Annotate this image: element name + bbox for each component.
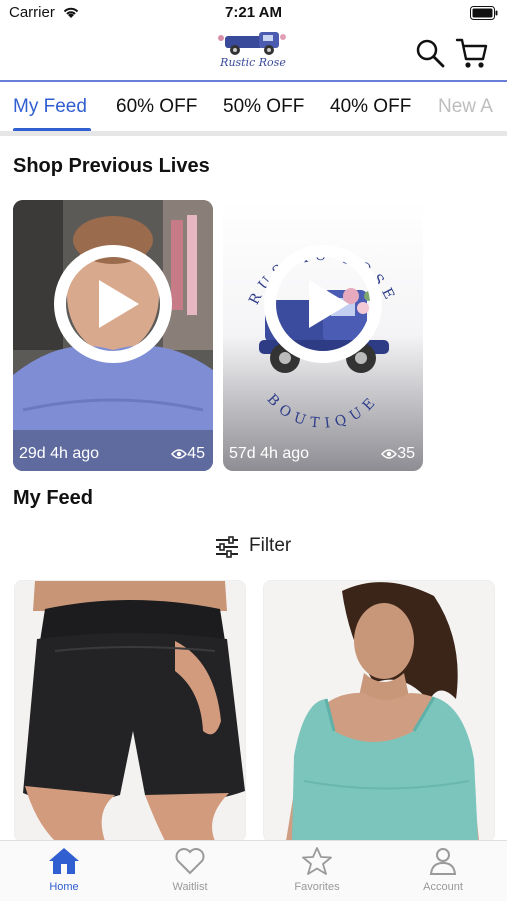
eye-icon xyxy=(381,449,398,459)
tab-50-off[interactable]: 50% OFF xyxy=(223,96,304,118)
view-count-value: 45 xyxy=(187,445,205,462)
live-video-card[interactable]: RUSTIC ROSE BOUTIQUE 57d 4h ago 35 xyxy=(223,200,423,471)
bottom-navigation: Home Waitlist Favorites Account xyxy=(0,840,507,901)
product-card[interactable] xyxy=(14,580,246,842)
nav-favorites-label: Favorites xyxy=(294,881,340,893)
search-icon[interactable] xyxy=(415,38,445,68)
live-video-card[interactable]: 29d 4h ago 45 xyxy=(13,200,213,471)
heart-icon xyxy=(175,848,205,875)
tab-40-off[interactable]: 40% OFF xyxy=(330,96,411,118)
nav-waitlist-label: Waitlist xyxy=(172,881,208,893)
nav-home-label: Home xyxy=(49,881,79,893)
clock: 7:21 AM xyxy=(225,4,282,21)
active-tab-indicator xyxy=(13,128,91,131)
view-count-value: 35 xyxy=(397,445,415,462)
live-time-ago: 57d 4h ago xyxy=(229,445,310,462)
nav-home[interactable]: Home xyxy=(14,847,114,899)
filter-label: Filter xyxy=(249,535,292,556)
play-icon[interactable] xyxy=(263,244,383,364)
lives-section-title: Shop Previous Lives xyxy=(13,155,210,177)
battery-icon xyxy=(470,6,498,20)
nav-waitlist[interactable]: Waitlist xyxy=(140,847,240,899)
product-image xyxy=(264,581,494,841)
app-header: Rustic Rose xyxy=(0,28,507,82)
user-icon xyxy=(429,848,457,875)
nav-account-label: Account xyxy=(423,881,463,893)
tab-my-feed[interactable]: My Feed xyxy=(13,96,87,118)
nav-account[interactable]: Account xyxy=(393,847,493,899)
view-count: 35 xyxy=(381,445,415,463)
view-count: 45 xyxy=(171,445,205,463)
nav-favorites[interactable]: Favorites xyxy=(267,847,367,899)
eye-icon xyxy=(171,449,188,459)
product-image xyxy=(15,581,245,841)
logo-text: Rustic Rose xyxy=(220,56,286,69)
home-icon xyxy=(49,848,79,874)
live-time-ago: 29d 4h ago xyxy=(19,445,100,462)
product-card[interactable] xyxy=(263,580,495,842)
category-tabs: My Feed 60% OFF 50% OFF 40% OFF New A xyxy=(0,82,507,136)
tab-60-off[interactable]: 60% OFF xyxy=(116,96,197,118)
tab-new-arrivals[interactable]: New A xyxy=(438,96,493,118)
play-icon[interactable] xyxy=(53,244,173,364)
sliders-icon xyxy=(216,536,238,558)
status-bar: Carrier 7:21 AM xyxy=(0,0,507,28)
feed-section-title: My Feed xyxy=(13,487,94,509)
brand-logo[interactable]: Rustic Rose xyxy=(207,28,299,74)
truck-logo-icon xyxy=(218,32,286,55)
cart-icon[interactable] xyxy=(455,36,489,70)
star-icon xyxy=(302,847,332,875)
